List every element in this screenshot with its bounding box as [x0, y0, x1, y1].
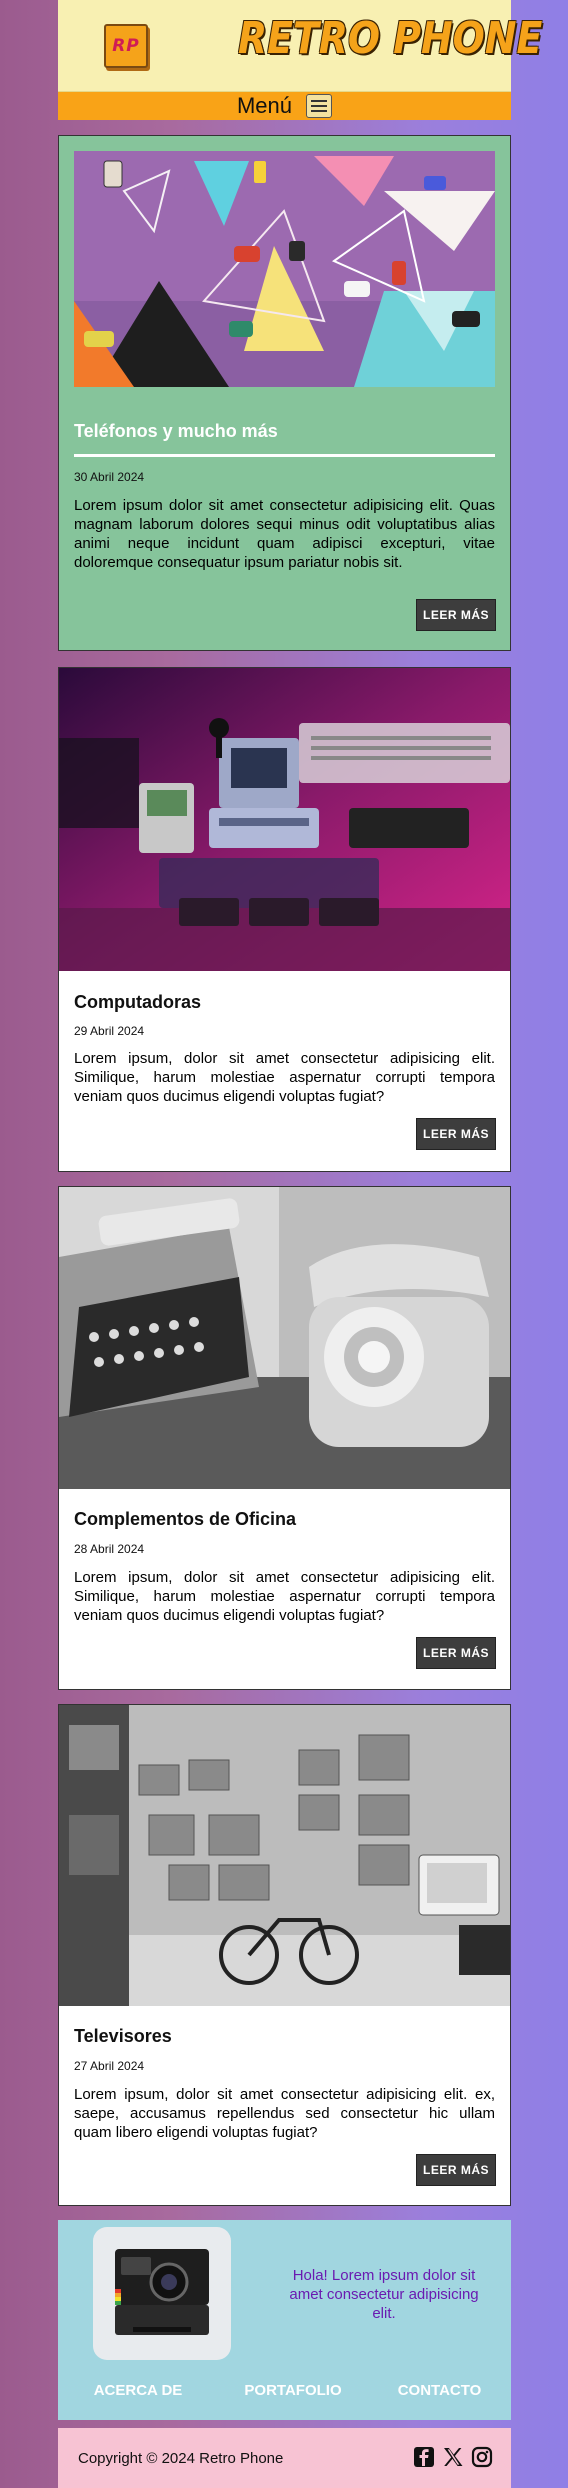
article-image-office[interactable] — [59, 1187, 510, 1489]
x-icon[interactable] — [442, 2446, 464, 2473]
article-title[interactable]: Teléfonos y mucho más — [74, 421, 278, 442]
facebook-icon[interactable] — [413, 2446, 435, 2473]
footer-message: Hola! Lorem ipsum dolor sit amet consect… — [289, 2267, 479, 2322]
copyright-text: Copyright © 2024 Retro Phone — [78, 2450, 284, 2467]
polaroid-camera-image — [93, 2227, 231, 2360]
site-footer: Hola! Lorem ipsum dolor sit amet consect… — [58, 2220, 511, 2420]
title-divider — [74, 454, 495, 457]
read-more-button[interactable]: LEER MÁS — [416, 2154, 496, 2186]
site-header: RP Retro Phone — [58, 0, 543, 92]
article-title[interactable]: Computadoras — [74, 992, 201, 1013]
article-date: 29 Abril 2024 — [74, 1024, 145, 1038]
article-card-featured: Teléfonos y mucho más 30 Abril 2024 Lore… — [58, 135, 511, 651]
article-image-computers[interactable] — [59, 668, 510, 971]
article-card: Computadoras 29 Abril 2024 Lorem ipsum, … — [58, 667, 511, 1172]
read-more-button[interactable]: LEER MÁS — [416, 1637, 496, 1669]
hamburger-menu-icon[interactable] — [306, 94, 333, 118]
article-body: Lorem ipsum, dolor sit amet consectetur … — [74, 2086, 495, 2141]
footer-link-about[interactable]: ACERCA DE — [58, 2382, 218, 2399]
copyright-bar: Copyright © 2024 Retro Phone — [58, 2428, 511, 2488]
article-body: Lorem ipsum dolor sit amet consectetur a… — [74, 497, 495, 571]
article-date: 28 Abril 2024 — [74, 1542, 145, 1556]
instagram-icon[interactable] — [471, 2446, 493, 2473]
footer-nav: ACERCA DE PORTAFOLIO CONTACTO — [58, 2382, 511, 2399]
article-title[interactable]: Televisores — [74, 2026, 172, 2047]
logo-badge[interactable]: RP — [104, 24, 148, 68]
logo-text: RP — [112, 36, 140, 56]
article-card: Televisores 27 Abril 2024 Lorem ipsum, d… — [58, 1704, 511, 2206]
article-body: Lorem ipsum, dolor sit amet consectetur … — [74, 1569, 495, 1624]
article-date: 27 Abril 2024 — [74, 2059, 145, 2073]
article-title[interactable]: Complementos de Oficina — [74, 1509, 296, 1530]
article-image-phones[interactable] — [74, 151, 495, 387]
article-card: Complementos de Oficina 28 Abril 2024 Lo… — [58, 1186, 511, 1690]
social-links — [413, 2446, 493, 2473]
article-date: 30 Abril 2024 — [74, 470, 145, 484]
page-column: RP Retro Phone Menú — [58, 0, 543, 2488]
footer-link-contact[interactable]: CONTACTO — [368, 2382, 511, 2399]
article-image-televisions[interactable] — [59, 1705, 510, 2006]
menu-bar: Menú — [58, 92, 511, 120]
read-more-button[interactable]: LEER MÁS — [416, 1118, 496, 1150]
footer-link-portfolio[interactable]: PORTAFOLIO — [218, 2382, 368, 2399]
read-more-button[interactable]: LEER MÁS — [416, 599, 496, 631]
menu-label: Menú — [236, 93, 293, 118]
article-body: Lorem ipsum, dolor sit amet consectetur … — [74, 1050, 495, 1105]
brand-title: Retro Phone — [238, 13, 543, 64]
